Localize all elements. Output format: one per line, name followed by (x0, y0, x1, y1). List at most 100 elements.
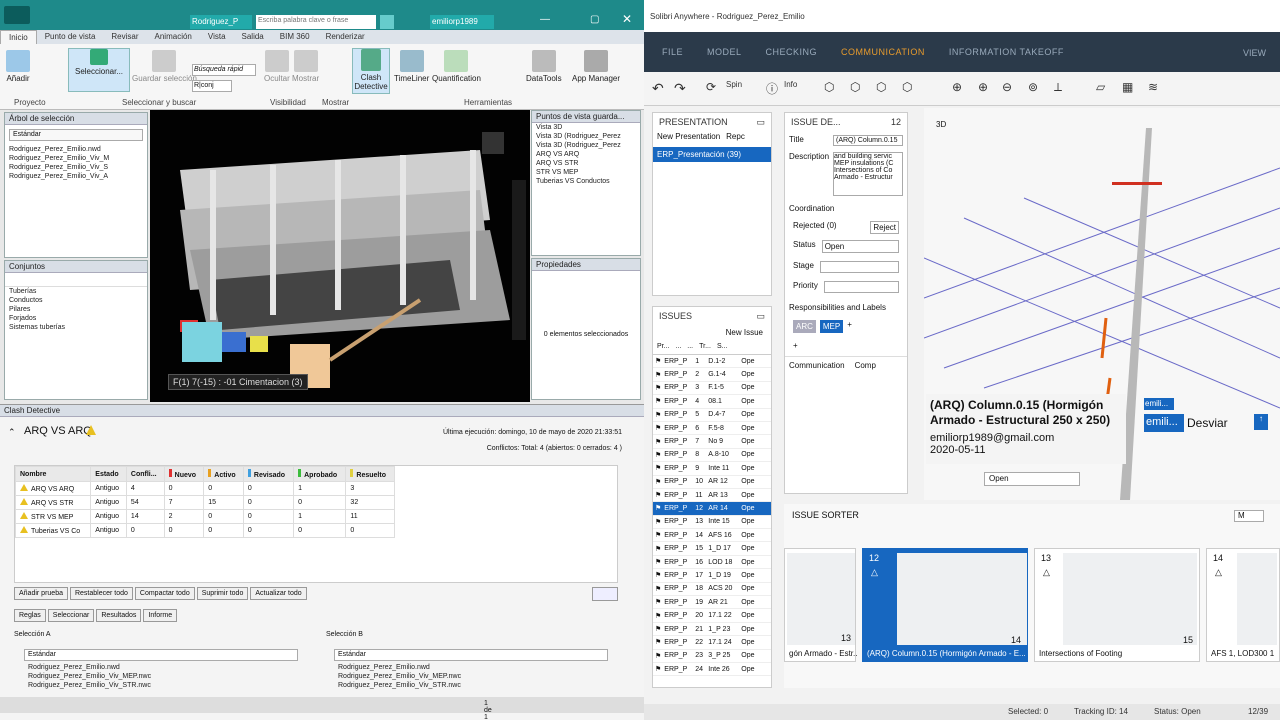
ribbon-tab[interactable]: Revisar (103, 30, 146, 44)
save-selection-button[interactable]: Guardar selección (132, 50, 197, 83)
info-button[interactable]: Info (784, 80, 797, 89)
issue-row[interactable]: ⚑ ERP_P 4 08.1 Ope (653, 395, 771, 409)
comp-tab[interactable]: Comp (855, 361, 876, 370)
tag-arc[interactable]: ARC (793, 320, 816, 333)
tree-item[interactable]: Tuberías (5, 287, 147, 296)
tree-item[interactable]: Sistemas tuberías (5, 323, 147, 332)
undo-icon[interactable]: ↶ (652, 80, 664, 97)
search-icon[interactable] (380, 15, 394, 29)
map-icon[interactable]: ▦ (1122, 80, 1133, 94)
append-button[interactable]: Añadir (6, 50, 30, 83)
cube-icon-2[interactable]: ⬡ (850, 80, 860, 94)
issue-row[interactable]: ⚑ ERP_P 18 ACS 20 Ope (653, 583, 771, 597)
issue-row[interactable]: ⚑ ERP_P 11 AR 13 Ope (653, 489, 771, 503)
tree-item[interactable]: Rodriguez_Perez_Emilio_Viv_MEP.nwc (24, 672, 298, 681)
ribbon-tab[interactable]: Vista (200, 30, 234, 44)
clash-column-header[interactable]: Confli... (125, 466, 165, 482)
issue-card[interactable]: 13 △ 15 Intersections of Footing (1034, 548, 1200, 662)
tree-item[interactable]: Vista 3D (Rodriguez_Perez (532, 132, 640, 141)
issue-row[interactable]: ⚑ ERP_P 12 AR 14 Ope (653, 502, 771, 516)
tree-item[interactable]: Conductos (5, 296, 147, 305)
issue-row[interactable]: ⚑ ERP_P 21 1_P 23 Ope (653, 623, 771, 637)
tree-item[interactable]: STR VS MEP (532, 168, 640, 177)
issue-row[interactable]: ⚑ ERP_P 20 17.1 22 Ope (653, 609, 771, 623)
description-field[interactable]: and building servic MEP insulations (C Int… (833, 152, 903, 196)
ribbon-tab[interactable]: Salida (234, 30, 272, 44)
issues-column-header[interactable]: Pr... (657, 343, 669, 350)
tree-item[interactable]: Rodriguez_Perez_Emilio_Viv_STR.nwc (24, 681, 298, 690)
issue-row[interactable]: ⚑ ERP_P 10 AR 12 Ope (653, 476, 771, 489)
tree-item[interactable]: ARQ VS ARQ (532, 150, 640, 159)
view-menu[interactable]: VIEW (1243, 48, 1266, 58)
clash-tab[interactable]: Seleccionar (47, 609, 95, 622)
export-dropdown-button[interactable] (592, 587, 618, 601)
side-user-button[interactable]: emili... (1144, 414, 1184, 432)
title-field[interactable]: (ARQ) Column.0.15 (833, 135, 903, 146)
maximize-icon[interactable]: ▢ (590, 14, 599, 25)
ribbon-tab[interactable]: BIM 360 (272, 30, 318, 44)
measure-icon[interactable]: ⟂ (1054, 80, 1062, 95)
issues-column-header[interactable]: ... (675, 343, 681, 350)
clash-column-header[interactable]: Resuelto (345, 466, 395, 482)
clash-tab[interactable]: Resultados (96, 609, 142, 622)
spin-button[interactable]: Spin (726, 80, 742, 89)
quantification-button[interactable]: Quantification (432, 50, 481, 83)
clash-column-header[interactable]: Nuevo (163, 466, 205, 482)
issue-row[interactable]: ⚑ ERP_P 23 3_P 25 Ope (653, 650, 771, 663)
clash-test-row[interactable]: STR VS MEP Antiguo 14 2 0 0 1 11 (14, 509, 395, 524)
priority-dropdown[interactable] (823, 281, 899, 293)
app-manager-button[interactable]: App Manager (572, 50, 620, 83)
hide-button[interactable]: Ocultar (264, 50, 290, 83)
tree-item[interactable]: Rodriguez_Perez_Emilio_Viv_S (5, 163, 147, 172)
close-icon[interactable]: ✕ (622, 12, 632, 26)
communication-tab[interactable]: Communication (789, 361, 845, 370)
clash-tab[interactable]: Informe (143, 609, 178, 622)
clash-action-button[interactable]: Restablecer todo (69, 587, 133, 600)
ribbon-tab[interactable]: Inicio (0, 30, 37, 44)
clash-column-header[interactable]: Activo (203, 466, 244, 482)
stage-dropdown[interactable] (819, 261, 899, 273)
reject-button[interactable]: Reject (870, 221, 899, 234)
menu-item[interactable]: INFORMATION TAKEOFF (949, 47, 1064, 57)
issue-row[interactable]: ⚑ ERP_P 3 F.1-5 Ope (653, 382, 771, 396)
layers-icon[interactable]: ≋ (1148, 80, 1158, 94)
issue-index[interactable]: 12 (891, 117, 901, 127)
issue-row[interactable]: ⚑ ERP_P 1 D.1-2 Ope (653, 355, 771, 369)
desviar-label[interactable]: Desviar (1187, 416, 1228, 430)
cube-icon[interactable]: ⬡ (824, 80, 834, 94)
new-presentation-button[interactable]: New Presentation (657, 132, 720, 141)
tree-item[interactable]: Rodriguez_Perez_Emilio_Viv_A (5, 172, 147, 181)
select-button[interactable]: Seleccionar... (68, 48, 130, 92)
tree-item[interactable]: Tuberias VS Conductos (532, 177, 640, 186)
zoom-fit-icon[interactable]: ⊚ (1028, 80, 1038, 94)
tree-item[interactable]: Forjados (5, 314, 147, 323)
clash-action-button[interactable]: Añadir prueba (14, 587, 68, 600)
arrow-up-icon[interactable]: ↑ (1254, 414, 1268, 430)
show-button[interactable]: Mostrar (292, 50, 319, 83)
zoom-in-icon[interactable]: ⊕ (978, 80, 988, 94)
clash-detective-button[interactable]: Clash Detective (352, 48, 390, 94)
app-menu-icon[interactable] (4, 6, 30, 24)
tree-item[interactable]: Rodriguez_Perez_Emilio_Viv_M (5, 154, 147, 163)
zoom-out-icon[interactable]: ⊖ (1002, 80, 1012, 94)
issue-card-selected[interactable]: 12 △ 14 (ARQ) Column.0.15 (Hormigón Arma… (862, 548, 1028, 662)
panel-toggle-icon[interactable]: ▭ (756, 117, 765, 128)
minimize-icon[interactable]: — (540, 14, 550, 25)
callout-status-dropdown[interactable]: Open (984, 472, 1080, 486)
issue-row[interactable]: ⚑ ERP_P 8 A.8-10 Ope (653, 449, 771, 463)
issue-row[interactable]: ⚑ ERP_P 17 1_D 19 Ope (653, 569, 771, 583)
conj-dropdown[interactable]: R|conj (192, 80, 232, 92)
tree-item[interactable]: Rodriguez_Perez_Emilio.nwd (5, 145, 147, 154)
clash-test-row[interactable]: ARQ VS STR Antiguo 54 7 15 0 0 32 (14, 495, 395, 510)
cube-icon-3[interactable]: ⬡ (876, 80, 886, 94)
status-dropdown[interactable]: Open (821, 240, 899, 253)
issue-card[interactable]: 13 gón Armado - Estr... (784, 548, 857, 662)
zoom-icon[interactable]: ⊕ (952, 80, 962, 94)
tag-mep[interactable]: MEP (819, 320, 844, 333)
spin-icon[interactable]: ⟳ (706, 80, 716, 94)
issue-row[interactable]: ⚑ ERP_P 15 1_D 17 Ope (653, 542, 771, 556)
tree-item[interactable]: Pilares (5, 305, 147, 314)
menu-item[interactable]: FILE (662, 47, 683, 57)
issue-row[interactable]: ⚑ ERP_P 16 LOD 18 Ope (653, 556, 771, 570)
issue-row[interactable]: ⚑ ERP_P 5 D.4-7 Ope (653, 409, 771, 422)
